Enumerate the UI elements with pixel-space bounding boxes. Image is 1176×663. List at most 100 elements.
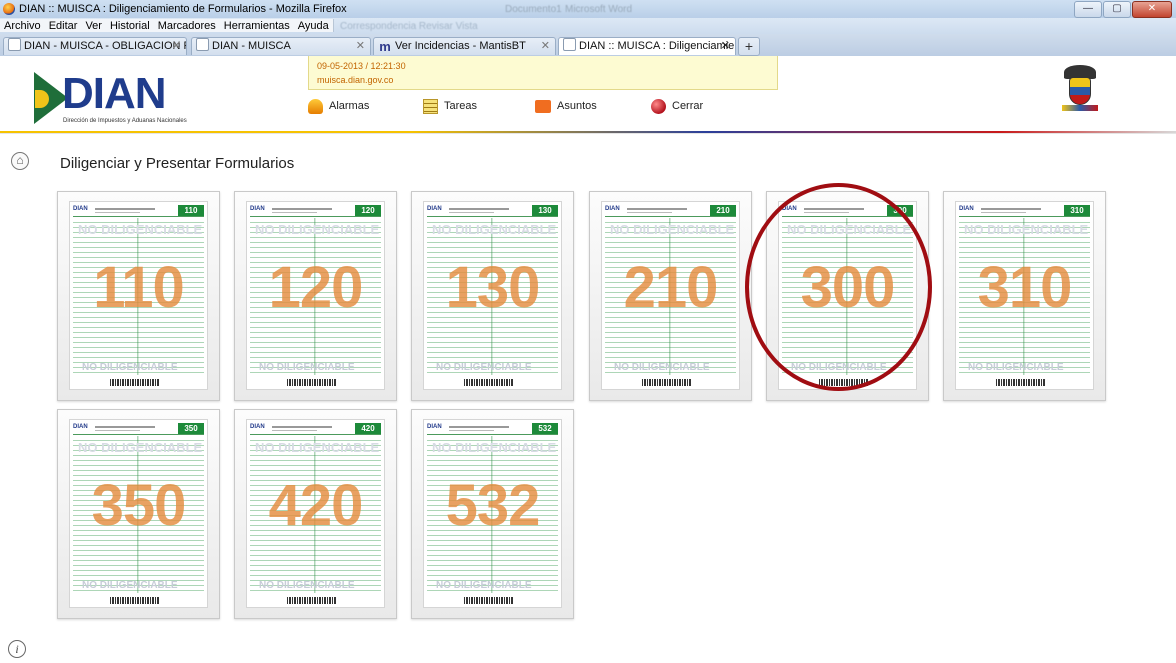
form-number: 420 <box>268 473 364 538</box>
tasks-icon <box>423 98 438 114</box>
dian-logo[interactable]: DIAN Dirección de Impuestos y Aduanas Na… <box>28 68 187 124</box>
close-window-button[interactable]: ✕ <box>1132 1 1172 18</box>
close-tab-icon[interactable]: ✕ <box>721 38 730 55</box>
form-card-210[interactable]: DIAN 210 NO DILIGENCIABLE NO DILIGENCIABLE 2… <box>589 191 752 401</box>
form-logo: DIAN <box>427 206 442 212</box>
close-tab-icon[interactable]: ✕ <box>172 38 181 55</box>
form-header-number: 130 <box>532 205 558 216</box>
form-card-310[interactable]: DIAN 310 NO DILIGENCIABLE NO DILIGENCIABLE 3… <box>943 191 1106 401</box>
logo-word: DIAN <box>62 69 167 118</box>
mantis-icon: m <box>379 39 391 54</box>
form-card-110[interactable]: DIAN 110 NO DILIGENCIABLE NO DILIGENCIABLE 1… <box>57 191 220 401</box>
form-thumbnail: DIAN 120 NO DILIGENCIABLE NO DILIGENCIABLE 1… <box>246 201 385 390</box>
form-number: 210 <box>623 255 719 320</box>
menu-herramientas[interactable]: Herramientas <box>220 19 294 32</box>
barcode <box>287 597 337 604</box>
form-logo: DIAN <box>250 206 265 212</box>
form-logo: DIAN <box>782 206 797 212</box>
watermark-bottom: NO DILIGENCIABLE <box>259 580 355 591</box>
barcode <box>110 379 160 386</box>
watermark-top: NO DILIGENCIABLE <box>255 222 380 237</box>
watermark-bottom: NO DILIGENCIABLE <box>82 580 178 591</box>
form-logo: DIAN <box>250 424 265 430</box>
watermark-bottom: NO DILIGENCIABLE <box>436 362 532 373</box>
folder-icon <box>535 99 551 113</box>
logo-subtitle: Dirección de Impuestos y Aduanas Naciona… <box>63 118 187 124</box>
barcode <box>464 597 514 604</box>
coat-of-arms-icon <box>1062 65 1098 115</box>
session-info-box: 09-05-2013 / 12:21:30 muisca.dian.gov.co <box>308 56 778 90</box>
tab-obligacion-financiera[interactable]: DIAN - MUISCA - OBLIGACION FINA... ✕ <box>3 37 187 55</box>
watermark-top: NO DILIGENCIABLE <box>432 440 557 455</box>
form-number: 130 <box>445 255 541 320</box>
watermark-bottom: NO DILIGENCIABLE <box>259 362 355 373</box>
watermark-top: NO DILIGENCIABLE <box>78 222 203 237</box>
form-header-number: 310 <box>1064 205 1090 216</box>
form-thumbnail: DIAN 210 NO DILIGENCIABLE NO DILIGENCIABLE 2… <box>601 201 740 390</box>
barcode <box>110 597 160 604</box>
menu-archivo[interactable]: Archivo <box>0 19 45 32</box>
form-logo: DIAN <box>427 424 442 430</box>
form-card-130[interactable]: DIAN 130 NO DILIGENCIABLE NO DILIGENCIABLE 1… <box>411 191 574 401</box>
watermark-bottom: NO DILIGENCIABLE <box>82 362 178 373</box>
form-thumbnail: DIAN 420 NO DILIGENCIABLE NO DILIGENCIABLE 4… <box>246 419 385 608</box>
watermark-top: NO DILIGENCIABLE <box>255 440 380 455</box>
form-header-number: 350 <box>178 423 204 434</box>
tab-diligenciamiento[interactable]: DIAN :: MUISCA : Diligenciamiento d... ✕ <box>558 37 736 55</box>
form-thumbnail: DIAN 310 NO DILIGENCIABLE NO DILIGENCIABLE 3… <box>955 201 1094 390</box>
menu-marcadores[interactable]: Marcadores <box>154 19 220 32</box>
nav-tareas-label: Tareas <box>444 100 478 112</box>
tab-label: Ver Incidencias - MantisBT <box>395 40 526 52</box>
tab-label: DIAN - MUISCA <box>212 40 291 52</box>
menu-bar: Archivo Editar Ver Historial Marcadores … <box>0 18 1176 34</box>
form-logo: DIAN <box>73 206 88 212</box>
tab-label: DIAN - MUISCA - OBLIGACION FINA... <box>24 40 186 52</box>
form-card-532[interactable]: DIAN 532 NO DILIGENCIABLE NO DILIGENCIABLE 5… <box>411 409 574 619</box>
form-number: 120 <box>268 255 364 320</box>
form-card-350[interactable]: DIAN 350 NO DILIGENCIABLE NO DILIGENCIABLE 3… <box>57 409 220 619</box>
nav-asuntos-label: Asuntos <box>557 100 597 112</box>
watermark-top: NO DILIGENCIABLE <box>78 440 203 455</box>
tab-mantis[interactable]: m Ver Incidencias - MantisBT ✕ <box>373 37 556 55</box>
minimize-button[interactable]: — <box>1074 1 1102 18</box>
close-tab-icon[interactable]: ✕ <box>541 38 550 55</box>
menu-editar[interactable]: Editar <box>45 19 82 32</box>
form-logo: DIAN <box>73 424 88 430</box>
info-icon[interactable]: i <box>8 640 26 658</box>
tab-label: DIAN :: MUISCA : Diligenciamiento d... <box>579 40 735 52</box>
barcode <box>464 379 514 386</box>
background-window-app: Microsoft Word <box>565 4 633 15</box>
nav-cerrar[interactable]: Cerrar <box>651 98 703 114</box>
form-number: 300 <box>800 255 896 320</box>
watermark-bottom: NO DILIGENCIABLE <box>791 362 887 373</box>
nav-alarmas[interactable]: Alarmas <box>308 98 369 114</box>
form-thumbnail: DIAN 130 NO DILIGENCIABLE NO DILIGENCIABLE 1… <box>423 201 562 390</box>
site-header: DIAN Dirección de Impuestos y Aduanas Na… <box>0 56 1176 132</box>
form-thumbnail: DIAN 110 NO DILIGENCIABLE NO DILIGENCIABLE 1… <box>69 201 208 390</box>
form-logo: DIAN <box>959 206 974 212</box>
maximize-button[interactable]: ▢ <box>1103 1 1131 18</box>
menu-historial[interactable]: Historial <box>106 19 154 32</box>
session-host: muisca.dian.gov.co <box>317 75 394 85</box>
barcode <box>819 379 869 386</box>
form-header-number: 420 <box>355 423 381 434</box>
home-icon[interactable]: ⌂ <box>11 152 29 170</box>
menu-ayuda[interactable]: Ayuda <box>294 19 333 32</box>
watermark-top: NO DILIGENCIABLE <box>432 222 557 237</box>
close-tab-icon[interactable]: ✕ <box>356 38 365 55</box>
exit-icon <box>651 98 666 114</box>
form-header-number: 532 <box>532 423 558 434</box>
menu-ver[interactable]: Ver <box>81 19 106 32</box>
form-number: 532 <box>445 473 541 538</box>
nav-tareas[interactable]: Tareas <box>423 98 477 114</box>
form-header-number: 110 <box>178 205 204 216</box>
form-card-420[interactable]: DIAN 420 NO DILIGENCIABLE NO DILIGENCIABLE 4… <box>234 409 397 619</box>
tab-dian-muisca[interactable]: DIAN - MUISCA ✕ <box>191 37 371 55</box>
watermark-bottom: NO DILIGENCIABLE <box>614 362 710 373</box>
form-card-120[interactable]: DIAN 120 NO DILIGENCIABLE NO DILIGENCIABLE 1… <box>234 191 397 401</box>
barcode <box>642 379 692 386</box>
background-ribbon-menu: Correspondencia Revisar Vista <box>340 21 478 32</box>
nav-asuntos[interactable]: Asuntos <box>535 98 597 114</box>
new-tab-button[interactable]: + <box>738 37 760 56</box>
form-card-300[interactable]: DIAN 300 NO DILIGENCIABLE NO DILIGENCIABLE 3… <box>766 191 929 401</box>
